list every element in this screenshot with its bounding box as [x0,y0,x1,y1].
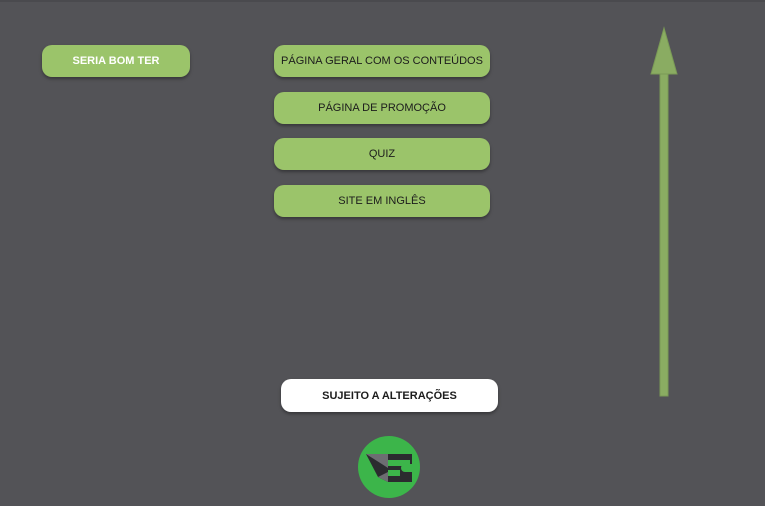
brand-logo-icon[interactable] [358,436,420,498]
top-divider [0,0,765,2]
up-arrow-icon [650,26,678,397]
canvas: SERIA BOM TER PÁGINA GERAL COM OS CONTEÚ… [0,0,765,506]
pagina-promocao-button[interactable]: PÁGINA DE PROMOÇÃO [274,92,490,124]
sujeito-alteracoes-button[interactable]: SUJEITO A ALTERAÇÕES [281,379,498,412]
site-ingles-button[interactable]: SITE EM INGLÊS [274,185,490,217]
seria-bom-ter-button[interactable]: SERIA BOM TER [42,45,190,77]
pagina-geral-button[interactable]: PÁGINA GERAL COM OS CONTEÚDOS [274,45,490,77]
quiz-button[interactable]: QUIZ [274,138,490,170]
